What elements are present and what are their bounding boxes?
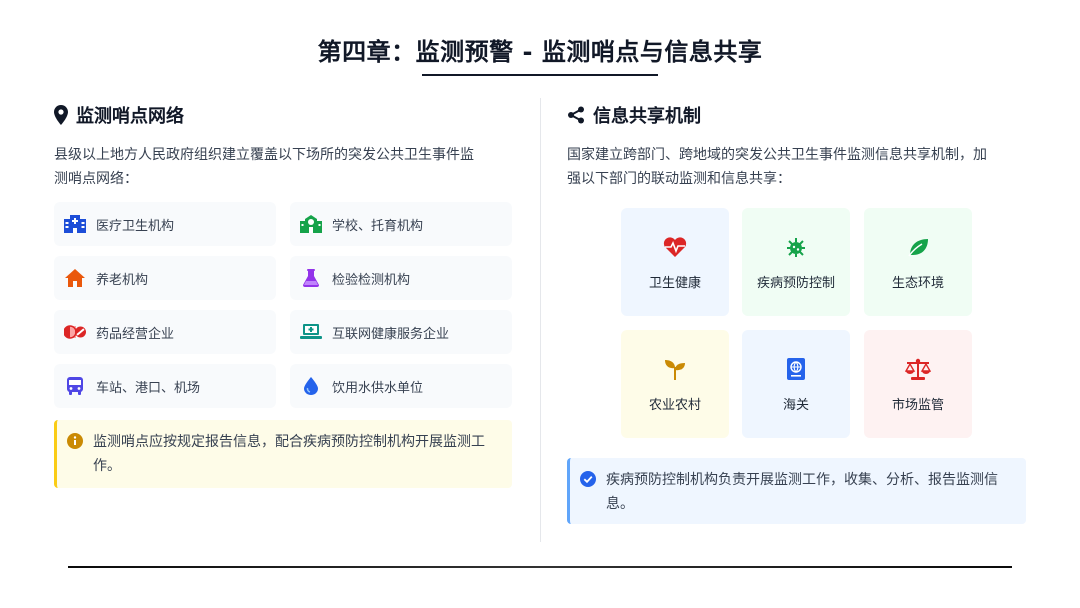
list-item-label: 医疗卫生机构 [96,218,175,234]
right-heading-text: 信息共享机制 [593,106,701,127]
seedling-icon [662,356,688,382]
note-line: 息。 [606,496,634,512]
list-item: 养老机构 [54,256,276,300]
left-heading-text: 监测哨点网络 [76,106,184,127]
list-item: 学校、托育机构 [290,202,512,246]
leaf-icon [905,234,931,260]
note-line: 作。 [93,458,121,474]
cdc-responsibility-note: 疾病预防控制机构负责开展监测工作，收集、分析、报告监测信 息。 [567,458,1026,524]
bottom-rule [68,566,1012,568]
list-item-label: 饮用水供水单位 [332,380,424,396]
list-item: 饮用水供水单位 [290,364,512,408]
map-marker-icon [54,105,68,125]
department-label: 卫生健康 [648,275,701,291]
right-intro-line: 国家建立跨部门、跨地域的突发公共卫生事件监测信息共享机制，加 [567,147,987,163]
check-circle-icon [580,468,598,524]
pills-icon [64,321,86,343]
laptop-medical-icon [300,321,322,343]
list-item-label: 学校、托育机构 [332,218,424,234]
department-card: 生态环境 [864,208,972,316]
flask-icon [300,267,322,289]
left-section-heading: 监测哨点网络 [54,102,184,128]
virus-icon [783,234,809,260]
department-label: 农业农村 [648,397,701,413]
info-circle-icon [67,430,85,488]
heartbeat-icon [662,234,688,260]
passport-icon [783,356,809,382]
water-drop-icon [300,375,322,397]
left-intro: 县级以上地方人民政府组织建立覆盖以下场所的突发公共卫生事件监 测哨点网络： [54,143,524,191]
department-label: 生态环境 [891,275,944,291]
list-item-label: 车站、港口、机场 [96,380,201,396]
list-item-label: 药品经营企业 [96,326,175,342]
list-item: 互联网健康服务企业 [290,310,512,354]
right-section-heading: 信息共享机制 [567,102,701,128]
bus-icon [64,375,86,397]
department-card: 疾病预防控制 [742,208,850,316]
section-divider [540,98,541,542]
department-label: 市场监管 [891,397,944,413]
title-underline [422,74,658,76]
list-item-label: 互联网健康服务企业 [332,326,450,342]
left-intro-line: 县级以上地方人民政府组织建立覆盖以下场所的突发公共卫生事件监 [54,147,474,163]
right-intro-line: 强以下部门的联动监测和信息共享： [567,171,791,187]
list-item: 医疗卫生机构 [54,202,276,246]
note-line: 监测哨点应按规定报告信息，配合疾病预防控制机构开展监测工 [93,434,485,450]
left-intro-line: 测哨点网络： [54,171,138,187]
department-card: 海关 [742,330,850,438]
department-card: 市场监管 [864,330,972,438]
home-icon [64,267,86,289]
list-item-label: 养老机构 [96,272,149,288]
hospital-icon [64,213,86,235]
list-item: 车站、港口、机场 [54,364,276,408]
share-alt-icon [567,106,585,124]
department-card: 卫生健康 [621,208,729,316]
department-label: 海关 [782,397,809,413]
list-item-label: 检验检测机构 [332,272,411,288]
sentinel-report-note: 监测哨点应按规定报告信息，配合疾病预防控制机构开展监测工 作。 [54,420,512,488]
balance-scale-icon [905,356,931,382]
department-label: 疾病预防控制 [756,275,835,291]
note-line: 疾病预防控制机构负责开展监测工作，收集、分析、报告监测信 [606,472,998,488]
school-icon [300,213,322,235]
department-card: 农业农村 [621,330,729,438]
list-item: 检验检测机构 [290,256,512,300]
page-title: 第四章：监测预警 - 监测哨点与信息共享 [317,38,763,66]
right-intro: 国家建立跨部门、跨地域的突发公共卫生事件监测信息共享机制，加 强以下部门的联动监… [567,143,1037,191]
list-item: 药品经营企业 [54,310,276,354]
